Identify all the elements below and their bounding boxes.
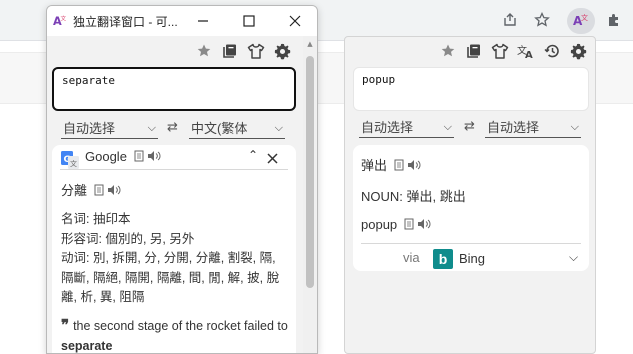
header-divider bbox=[60, 169, 288, 170]
popup-source-input[interactable]: popup bbox=[353, 67, 589, 111]
def-adjective: 形容词: 個別的, 另, 另外 bbox=[61, 231, 195, 246]
svg-text:A: A bbox=[525, 50, 533, 59]
gear-icon[interactable] bbox=[273, 42, 291, 60]
app-logo-icon: A文 bbox=[53, 13, 68, 28]
tshirt-icon[interactable] bbox=[491, 42, 509, 60]
window-titlebar[interactable]: A文 独立翻译窗口 - 可... bbox=[47, 6, 317, 36]
popup-target-lang-label: 自动选择 bbox=[487, 120, 540, 135]
scrollbar-thumb[interactable] bbox=[306, 56, 314, 288]
svg-text:文: 文 bbox=[61, 15, 67, 23]
copy-icon[interactable] bbox=[404, 218, 415, 233]
window-source-input[interactable]: separate bbox=[52, 67, 296, 111]
example-sentence: ❞ the second stage of the rocket failed t… bbox=[61, 316, 289, 353]
window-source-lang-select[interactable]: 自动选择 ⌵ bbox=[61, 119, 158, 139]
via-label: via bbox=[403, 250, 420, 265]
speaker-icon[interactable] bbox=[147, 150, 161, 165]
def-noun: 名词: 抽印本 bbox=[61, 212, 131, 226]
svg-text:文: 文 bbox=[70, 159, 77, 168]
popup-toolbar: 文A bbox=[439, 42, 587, 60]
popup-target-lang-select[interactable]: 自动选择 ⌵ bbox=[485, 118, 581, 138]
popup-source-lang-label: 自动选择 bbox=[361, 120, 414, 135]
collection-icon[interactable] bbox=[221, 42, 239, 60]
share-icon[interactable] bbox=[499, 9, 521, 31]
window-target-lang-label: 中文(繁体 bbox=[191, 121, 248, 136]
def-verb: 动词: 別, 拆開, 分, 分開, 分離, 割裂, 隔, 隔斷, 隔絕, 隔開,… bbox=[61, 251, 280, 304]
translation-line: 分離 bbox=[61, 180, 121, 199]
popup-result-card: 弹出 NOUN: 弹出, 跳出 popup via b Bing ⌵ bbox=[353, 145, 589, 271]
engine-header: Google bbox=[85, 149, 161, 165]
chevron-down-icon: ⌵ bbox=[274, 122, 283, 134]
speaker-icon[interactable] bbox=[407, 159, 421, 174]
window-target-lang-select[interactable]: 中文(繁体 ⌵ bbox=[189, 119, 285, 139]
star-icon[interactable] bbox=[195, 42, 213, 60]
speaker-icon[interactable] bbox=[417, 218, 431, 233]
collapse-chevron-up-icon[interactable]: ⌃ bbox=[248, 148, 258, 162]
window-source-lang-label: 自动选择 bbox=[63, 121, 116, 136]
google-result-card: G文 Google ⌃ 分離 名词: 抽印本 形容词: 個別的, 另, 另外 动… bbox=[52, 145, 296, 353]
tshirt-icon[interactable] bbox=[247, 42, 265, 60]
popup-source-lang-select[interactable]: 自动选择 ⌵ bbox=[359, 118, 454, 138]
engine-divider bbox=[361, 243, 581, 244]
history-icon[interactable] bbox=[543, 42, 561, 60]
example-text: the second stage of the rocket failed to bbox=[73, 319, 288, 333]
copy-icon[interactable] bbox=[394, 159, 405, 174]
copy-icon[interactable] bbox=[134, 150, 145, 165]
source-word-text[interactable]: popup bbox=[361, 217, 397, 232]
puzzle-icon[interactable] bbox=[603, 9, 625, 31]
translation-text[interactable]: 分離 bbox=[61, 183, 87, 198]
window-toolbar bbox=[195, 42, 291, 60]
translation-line: 弹出 bbox=[361, 155, 421, 174]
gear-icon[interactable] bbox=[569, 42, 587, 60]
bookmark-star-icon[interactable] bbox=[531, 9, 553, 31]
extension-popup: 文A popup 自动选择 ⌵ ⇄ 自动选择 ⌵ 弹出 NOUN: 弹出, 跳出… bbox=[344, 36, 596, 354]
quote-icon: ❞ bbox=[61, 317, 70, 334]
engine-name: Google bbox=[85, 149, 127, 164]
close-button[interactable] bbox=[283, 10, 307, 32]
engine-name: Bing bbox=[459, 251, 486, 266]
svg-text:文: 文 bbox=[581, 13, 588, 22]
swap-languages-icon[interactable]: ⇄ bbox=[167, 120, 178, 135]
extension-translate-icon[interactable]: A文 bbox=[570, 9, 592, 31]
example-highlight: separate bbox=[61, 338, 113, 353]
minimize-button[interactable] bbox=[191, 10, 215, 32]
standalone-translate-window: A文 独立翻译窗口 - 可... separate 自动选择 ⌵ ⇄ 中文(繁体 bbox=[46, 5, 318, 354]
scroll-up-arrow[interactable]: ▲ bbox=[305, 40, 315, 48]
maximize-button[interactable] bbox=[237, 10, 261, 32]
bing-logo-icon: b bbox=[433, 249, 453, 269]
definition-text: NOUN: 弹出, 跳出 bbox=[361, 189, 466, 204]
chevron-down-icon: ⌵ bbox=[443, 121, 452, 133]
speaker-icon[interactable] bbox=[107, 184, 121, 199]
source-word-line: popup bbox=[361, 217, 431, 233]
chevron-down-icon: ⌵ bbox=[147, 122, 156, 134]
google-translate-logo-icon: G文 bbox=[61, 151, 79, 169]
star-icon[interactable] bbox=[439, 42, 457, 60]
copy-icon[interactable] bbox=[94, 184, 105, 199]
close-result-icon[interactable] bbox=[267, 149, 278, 168]
chevron-down-icon: ⌵ bbox=[570, 121, 579, 133]
swap-languages-icon[interactable]: ⇄ bbox=[464, 119, 475, 134]
collection-icon[interactable] bbox=[465, 42, 483, 60]
dictionary-definitions: 名词: 抽印本 形容词: 個別的, 另, 另外 动词: 別, 拆開, 分, 分開… bbox=[61, 210, 289, 308]
chevron-down-icon[interactable]: ⌵ bbox=[569, 250, 578, 265]
translation-text[interactable]: 弹出 bbox=[361, 158, 387, 173]
translate-icon[interactable]: 文A bbox=[517, 42, 535, 60]
window-title: 独立翻译窗口 - 可... bbox=[73, 15, 178, 29]
